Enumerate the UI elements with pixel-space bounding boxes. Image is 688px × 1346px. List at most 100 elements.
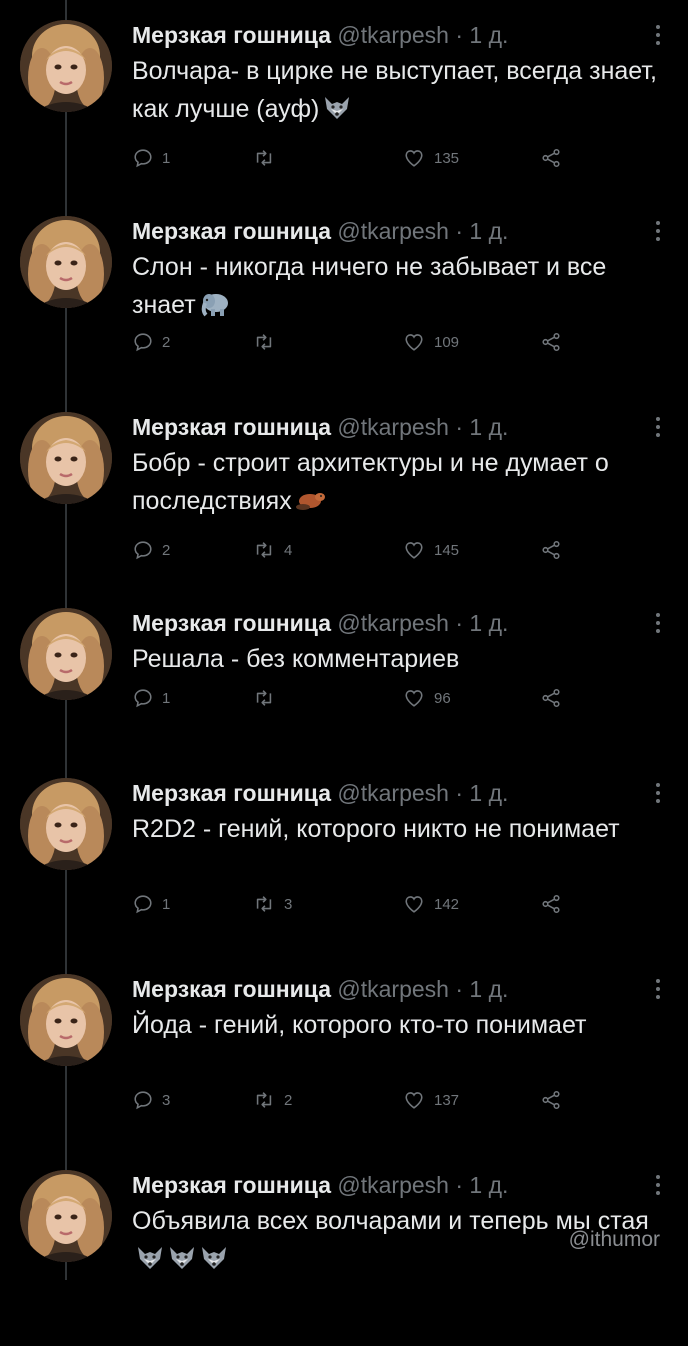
like-button-count: 142	[434, 895, 460, 913]
tweet-header: Мерзкая гошница @tkarpesh · 1 д.	[132, 972, 668, 1006]
like-button[interactable]: 145	[402, 535, 459, 565]
tweet-actions: 1 3 142	[132, 889, 592, 919]
tweet[interactable]: Мерзкая гошница @tkarpesh · 1 д. Слон - н…	[0, 196, 688, 392]
tweet-timestamp[interactable]: 1 д.	[469, 414, 508, 440]
author-handle[interactable]: @tkarpesh	[337, 218, 449, 244]
more-options-button[interactable]	[648, 976, 668, 1002]
reply-button[interactable]: 3	[132, 1085, 170, 1115]
tweet-timestamp[interactable]: 1 д.	[469, 218, 508, 244]
avatar[interactable]	[20, 1170, 112, 1262]
share-button[interactable]	[540, 1085, 570, 1115]
tweet-header: Мерзкая гошница @tkarpesh · 1 д.	[132, 410, 668, 444]
more-options-button[interactable]	[648, 1172, 668, 1198]
retweet-button[interactable]: 2	[252, 1085, 292, 1115]
retweet-icon	[252, 147, 284, 169]
more-options-button[interactable]	[648, 780, 668, 806]
tweet-text: Слон - никогда ничего не забывает и все …	[132, 248, 672, 328]
reply-button[interactable]: 2	[132, 327, 170, 357]
retweet-icon	[252, 1089, 284, 1111]
share-icon	[540, 687, 570, 709]
share-button[interactable]	[540, 327, 570, 357]
author-name[interactable]: Мерзкая гошница	[132, 780, 331, 806]
like-button[interactable]: 109	[402, 327, 459, 357]
reply-button[interactable]: 1	[132, 683, 170, 713]
share-button[interactable]	[540, 889, 570, 919]
tweet-timestamp[interactable]: 1 д.	[469, 610, 508, 636]
separator-dot: ·	[455, 610, 464, 636]
author-handle[interactable]: @tkarpesh	[337, 414, 449, 440]
avatar[interactable]	[20, 608, 112, 700]
more-options-button[interactable]	[648, 610, 668, 636]
like-button[interactable]: 135	[402, 143, 459, 173]
tweet-text-content: Решала - без комментариев	[132, 645, 460, 673]
watermark: @ithumor	[568, 1228, 660, 1251]
tweet-text-content: Йода - гений, которого кто-то понимает	[132, 1011, 587, 1039]
like-icon	[402, 1089, 434, 1111]
avatar[interactable]	[20, 974, 112, 1066]
tweet-timestamp[interactable]: 1 д.	[469, 976, 508, 1002]
like-button[interactable]: 137	[402, 1085, 459, 1115]
tweet-header: Мерзкая гошница @tkarpesh · 1 д.	[132, 214, 668, 248]
share-icon	[540, 539, 570, 561]
like-button-count: 135	[434, 149, 460, 167]
author-handle[interactable]: @tkarpesh	[337, 22, 449, 48]
reply-button[interactable]: 2	[132, 535, 170, 565]
reply-button[interactable]: 1	[132, 143, 170, 173]
like-button-count: 109	[434, 333, 460, 351]
wolf-emoji	[168, 1244, 196, 1282]
author-handle[interactable]: @tkarpesh	[337, 610, 449, 636]
reply-button-count: 2	[162, 541, 171, 559]
avatar[interactable]	[20, 216, 112, 308]
tweet[interactable]: Мерзкая гошница @tkarpesh · 1 д. Бобр - с…	[0, 392, 688, 588]
author-name[interactable]: Мерзкая гошница	[132, 1172, 331, 1198]
author-name[interactable]: Мерзкая гошница	[132, 218, 331, 244]
more-options-button[interactable]	[648, 22, 668, 48]
like-button[interactable]: 96	[402, 683, 451, 713]
tweet[interactable]: Мерзкая гошница @tkarpesh · 1 д. Йода - г…	[0, 954, 688, 1150]
like-icon	[402, 539, 434, 561]
tweet-text: Волчара- в цирке не выступает, всегда зн…	[132, 52, 672, 132]
author-handle[interactable]: @tkarpesh	[337, 1172, 449, 1198]
reply-icon	[132, 539, 162, 561]
tweet[interactable]: Мерзкая гошница @tkarpesh · 1 д. R2D2 - г…	[0, 758, 688, 954]
retweet-button[interactable]: 3	[252, 889, 292, 919]
retweet-button[interactable]	[252, 143, 284, 173]
separator-dot: ·	[455, 218, 464, 244]
retweet-button-count: 2	[284, 1091, 293, 1109]
share-button[interactable]	[540, 143, 570, 173]
tweet[interactable]: Мерзкая гошница @tkarpesh · 1 д. Волчара-…	[0, 0, 688, 196]
like-button[interactable]: 142	[402, 889, 459, 919]
tweet-timestamp[interactable]: 1 д.	[469, 22, 508, 48]
reply-icon	[132, 331, 162, 353]
author-handle[interactable]: @tkarpesh	[337, 976, 449, 1002]
author-handle[interactable]: @tkarpesh	[337, 780, 449, 806]
tweet[interactable]: Мерзкая гошница @tkarpesh · 1 д. Решала -…	[0, 588, 688, 784]
reply-icon	[132, 893, 162, 915]
share-icon	[540, 147, 570, 169]
retweet-button[interactable]: 4	[252, 535, 292, 565]
tweet-actions: 2 4 145	[132, 535, 592, 565]
retweet-button[interactable]	[252, 327, 284, 357]
share-button[interactable]	[540, 535, 570, 565]
reply-button[interactable]: 1	[132, 889, 170, 919]
author-name[interactable]: Мерзкая гошница	[132, 610, 331, 636]
tweet-timestamp[interactable]: 1 д.	[469, 1172, 508, 1198]
wolf-emoji	[323, 94, 351, 132]
avatar[interactable]	[20, 20, 112, 112]
author-name[interactable]: Мерзкая гошница	[132, 414, 331, 440]
tweet-text-content: R2D2 - гений, которого никто не понимает	[132, 815, 620, 843]
like-button-count: 96	[434, 689, 451, 707]
tweet-text: Бобр - строит архитектуры и не думает о …	[132, 444, 672, 524]
retweet-icon	[252, 539, 284, 561]
avatar[interactable]	[20, 778, 112, 870]
retweet-button[interactable]	[252, 683, 284, 713]
share-button[interactable]	[540, 683, 570, 713]
author-name[interactable]: Мерзкая гошница	[132, 22, 331, 48]
more-options-button[interactable]	[648, 414, 668, 440]
tweet-text: R2D2 - гений, которого никто не понимает	[132, 810, 672, 848]
author-name[interactable]: Мерзкая гошница	[132, 976, 331, 1002]
tweet-timestamp[interactable]: 1 д.	[469, 780, 508, 806]
avatar[interactable]	[20, 412, 112, 504]
more-options-button[interactable]	[648, 218, 668, 244]
tweet-text-content: Бобр - строит архитектуры и не думает о …	[132, 449, 609, 515]
